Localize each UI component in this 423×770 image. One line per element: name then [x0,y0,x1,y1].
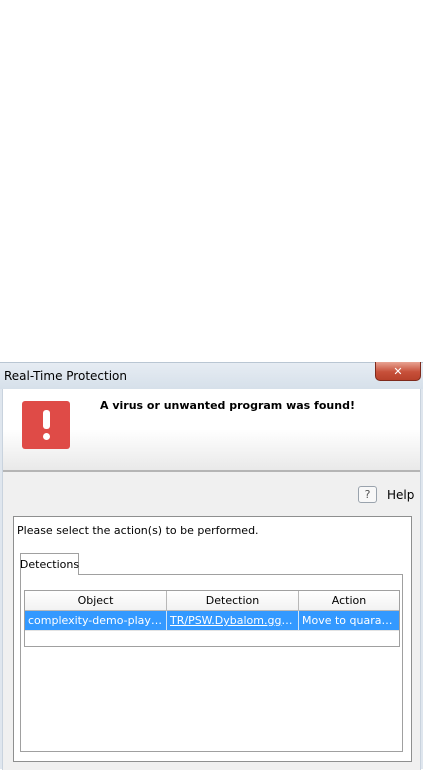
table-header: Object Detection Action [25,591,399,611]
empty-table-row [25,630,399,646]
column-header-detection[interactable]: Detection [167,591,299,611]
question-mark-glyph: ? [364,488,371,501]
detection-link[interactable]: TR/PSW.Dybalom.ggb.2 [170,614,298,627]
action-group: Please select the action(s) to be perfor… [13,516,412,762]
exclamation-icon [22,401,70,449]
alert-header: A virus or unwanted program was found! [3,389,420,472]
alert-message: A virus or unwanted program was found! [100,399,355,412]
title-bar[interactable]: Real-Time Protection ✕ [0,362,423,389]
object-cell[interactable]: complexity-demo-player-1... [25,611,167,630]
dialog-body: A virus or unwanted program was found! ?… [2,389,421,770]
table-row[interactable]: complexity-demo-player-1... TR/PSW.Dybal… [25,611,399,630]
close-button[interactable]: ✕ [375,362,421,381]
detection-cell[interactable]: TR/PSW.Dybalom.ggb.2 [167,611,299,630]
detections-table: Object Detection Action complexity-demo-… [24,590,400,647]
column-header-object[interactable]: Object [25,591,167,611]
help-icon[interactable]: ? [358,486,377,503]
window-title: Real-Time Protection [4,369,127,383]
action-cell[interactable]: Move to quarantine [299,611,399,630]
instruction-text: Please select the action(s) to be perfor… [17,524,259,537]
tab-label: Detections [19,558,80,571]
help-link[interactable]: Help [387,488,414,502]
close-icon: ✕ [393,364,403,378]
tab-detections[interactable]: Detections [20,553,79,575]
detections-panel: Object Detection Action complexity-demo-… [20,574,403,752]
column-header-action[interactable]: Action [299,591,399,611]
alert-window: Real-Time Protection ✕ A virus or unwant… [0,362,423,770]
